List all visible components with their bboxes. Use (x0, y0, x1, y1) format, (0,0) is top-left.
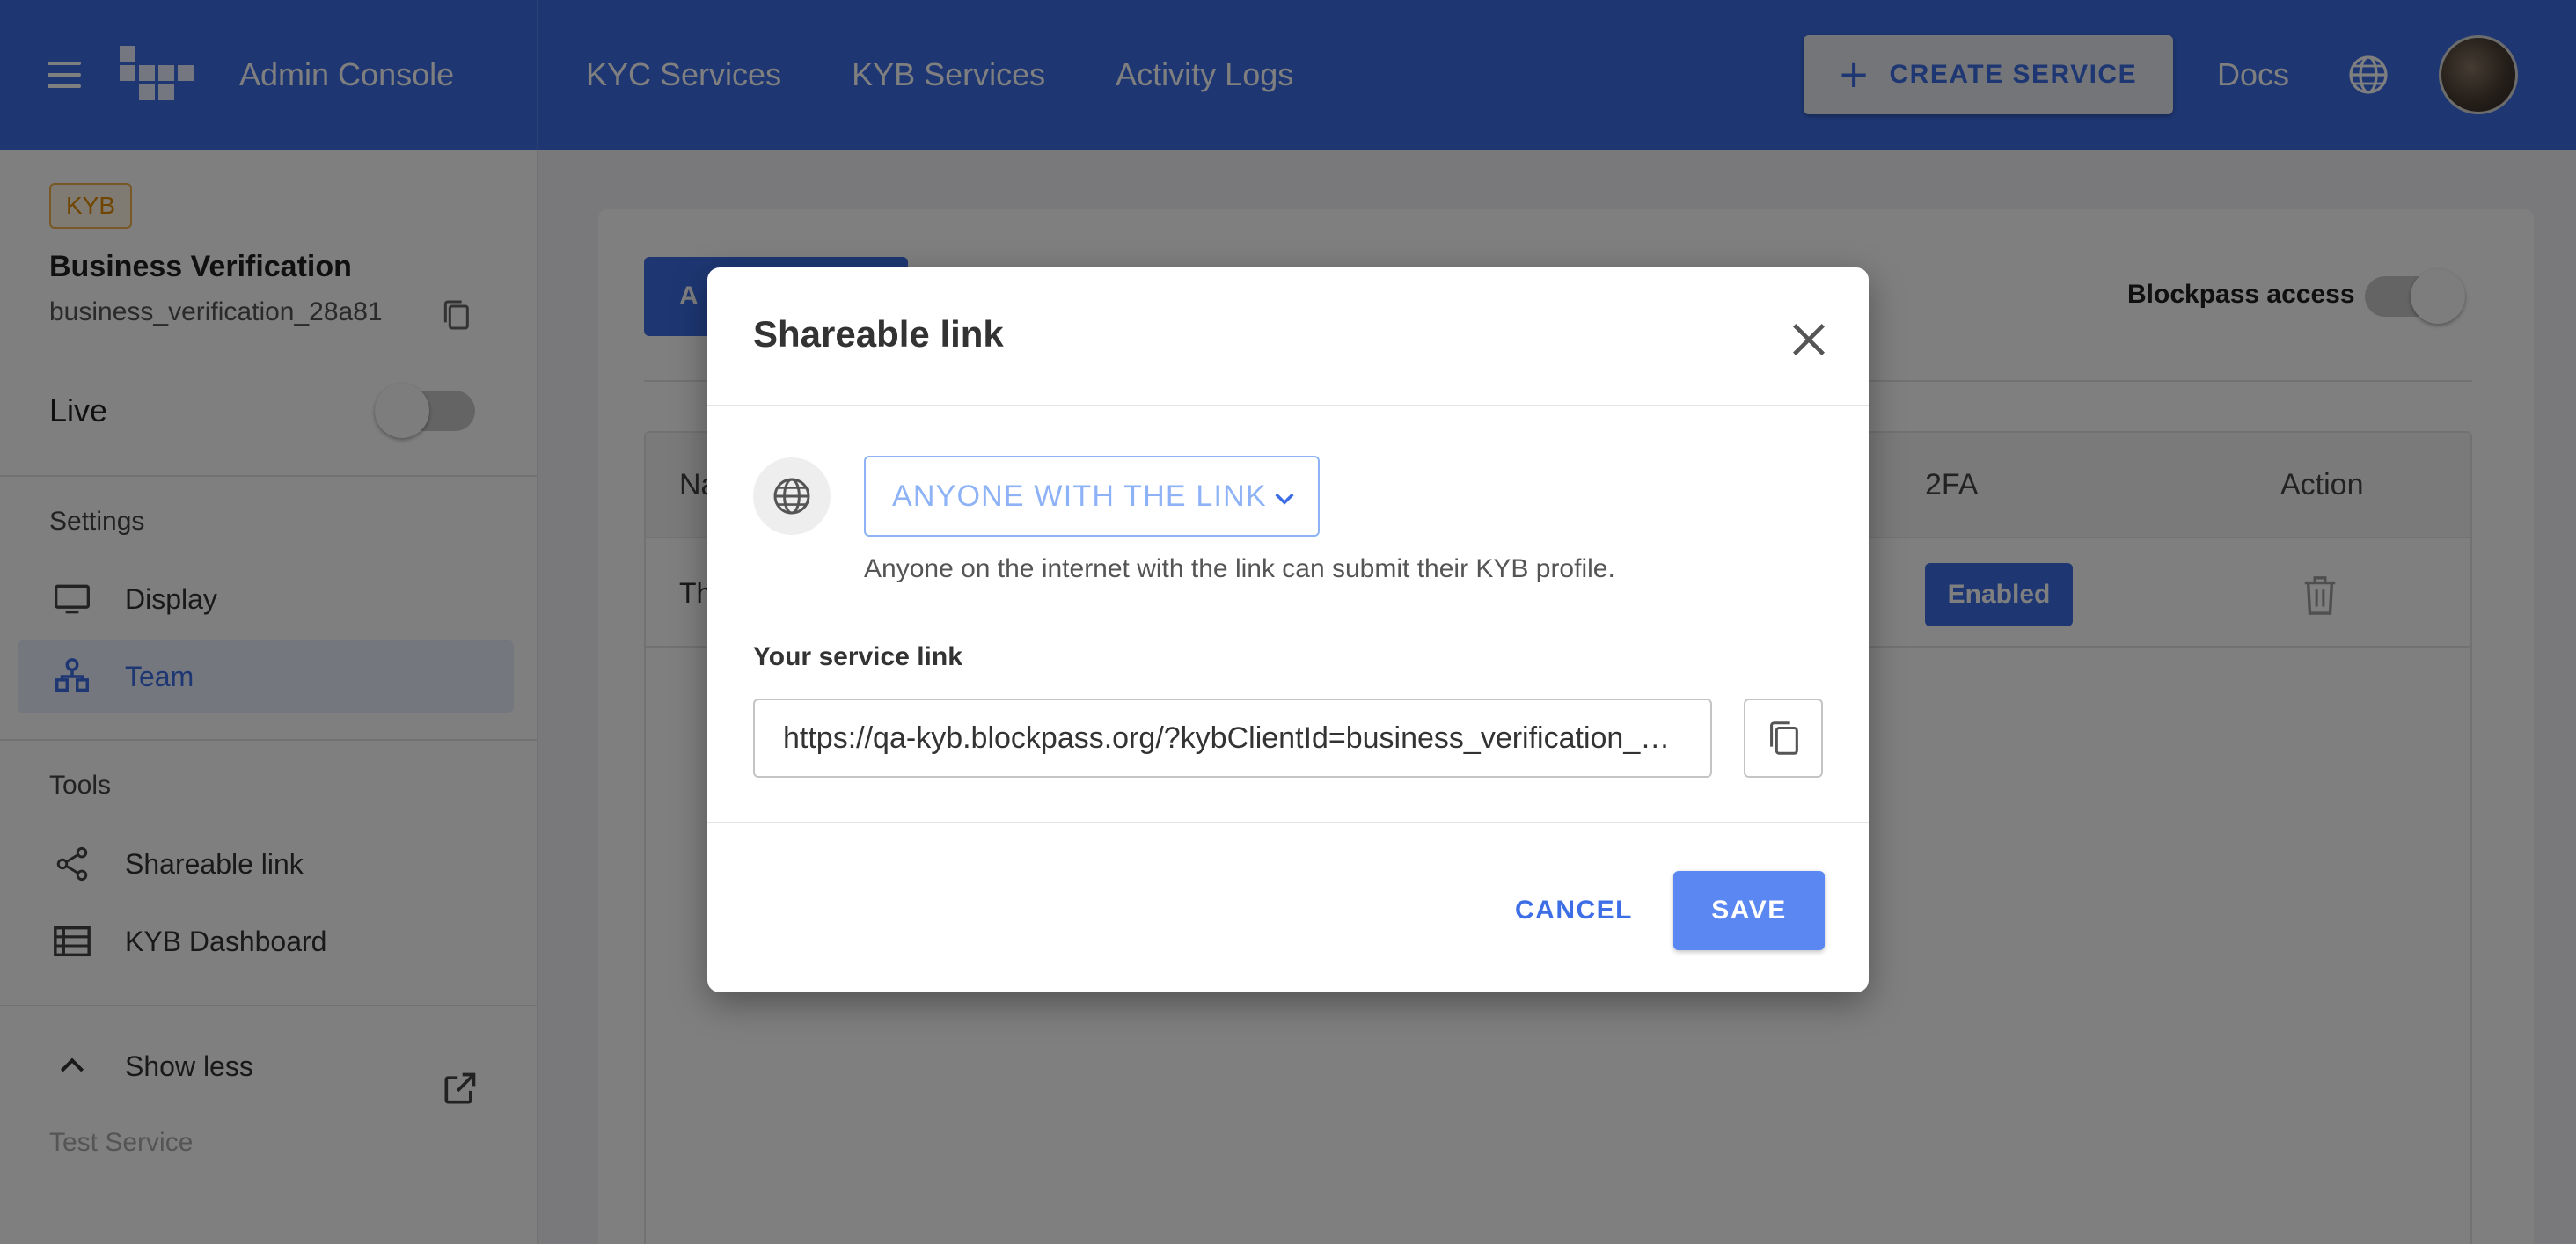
close-icon[interactable] (1784, 315, 1833, 364)
cancel-button[interactable]: CANCEL (1499, 871, 1649, 950)
globe-icon (753, 457, 831, 535)
chevron-down-icon (1275, 493, 1294, 505)
link-access-description: Anyone on the internet with the link can… (864, 554, 1615, 583)
save-button[interactable]: SAVE (1673, 871, 1825, 950)
shareable-link-dialog: Shareable link ANYONE WITH THE LINK Anyo… (707, 267, 1869, 992)
service-link-field[interactable] (753, 699, 1712, 778)
dialog-divider (707, 822, 1869, 823)
dialog-divider (707, 405, 1869, 406)
copy-icon (1770, 721, 1798, 755)
link-access-select[interactable]: ANYONE WITH THE LINK (864, 456, 1320, 537)
link-access-value: ANYONE WITH THE LINK (892, 479, 1267, 513)
dialog-title: Shareable link (753, 313, 1004, 355)
service-link-label: Your service link (753, 642, 962, 671)
copy-link-button[interactable] (1744, 699, 1823, 778)
